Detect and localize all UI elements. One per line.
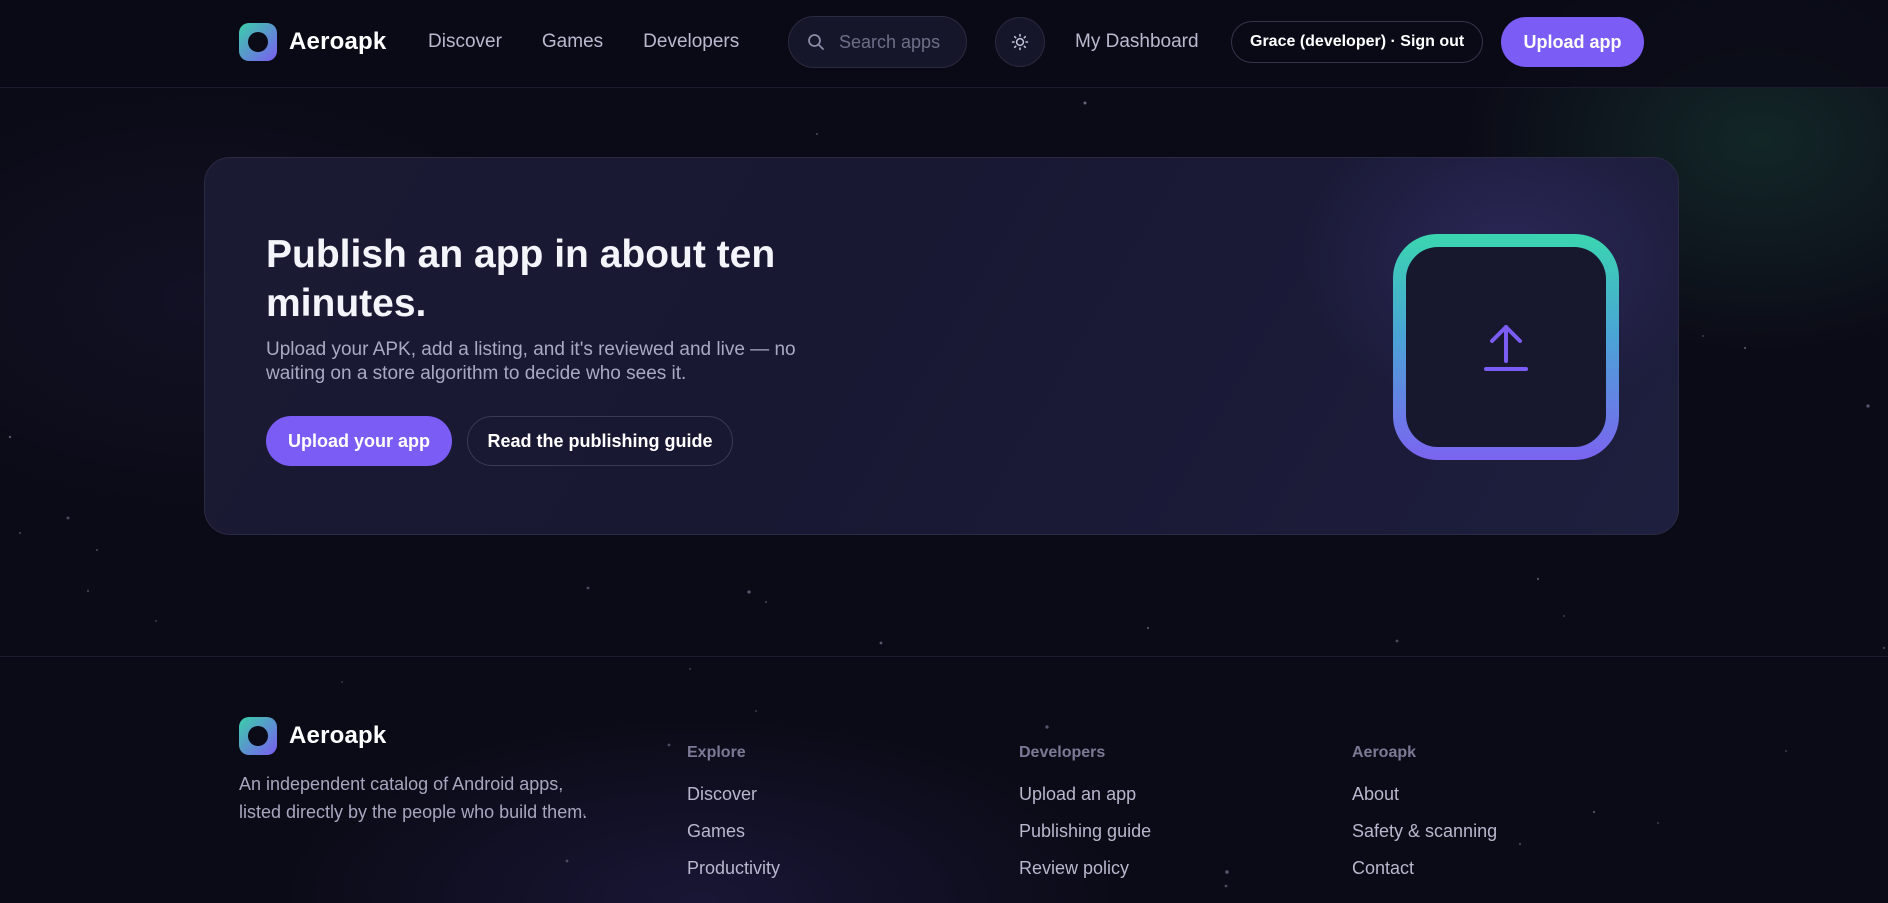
hero-subtitle: Upload your APK, add a listing, and it's…: [266, 339, 796, 384]
brand-name: Aeroapk: [289, 28, 387, 55]
footer-column-heading: Developers: [1019, 744, 1106, 761]
logo-mark-icon: [239, 717, 277, 755]
footer-link-about[interactable]: About: [1352, 784, 1497, 821]
footer-column-explore: Explore Discover Games Productivity: [687, 744, 780, 895]
logo-mark-icon: [239, 23, 277, 61]
publishing-guide-button[interactable]: Read the publishing guide: [467, 416, 733, 466]
footer-link-productivity[interactable]: Productivity: [687, 858, 780, 895]
footer-description: An independent catalog of Android apps, …: [239, 774, 588, 822]
hero-title: Publish an app in about ten minutes.: [266, 233, 776, 325]
nav-games[interactable]: Games: [542, 31, 603, 53]
footer-link-contact[interactable]: Contact: [1352, 858, 1497, 895]
sun-icon: [1011, 33, 1029, 51]
nav-discover[interactable]: Discover: [428, 31, 502, 53]
upload-arrow-icon: [1484, 325, 1528, 371]
footer-divider: [0, 656, 1888, 657]
footer-column-heading: Aeroapk: [1352, 744, 1417, 761]
footer-link-upload-an-app[interactable]: Upload an app: [1019, 784, 1151, 821]
footer-column-heading: Explore: [687, 744, 746, 761]
publish-hero-card: Publish an app in about ten minutes. Upl…: [204, 157, 1679, 535]
footer-brand-name: Aeroapk: [289, 722, 387, 749]
upload-app-button[interactable]: Upload app: [1501, 17, 1644, 67]
top-navbar: Aeroapk Discover Games Developers My Das…: [0, 0, 1888, 88]
search-box[interactable]: [788, 16, 967, 68]
upload-your-app-button[interactable]: Upload your app: [266, 416, 452, 466]
brand-link[interactable]: Aeroapk: [239, 23, 386, 61]
footer-link-review-policy[interactable]: Review policy: [1019, 858, 1151, 895]
footer-column-developers: Developers Upload an app Publishing guid…: [1019, 744, 1151, 895]
my-dashboard-link[interactable]: My Dashboard: [1075, 31, 1199, 53]
primary-nav: Discover Games Developers: [428, 31, 739, 53]
search-icon: [808, 34, 824, 50]
nav-developers[interactable]: Developers: [643, 31, 739, 53]
search-input[interactable]: [839, 31, 949, 53]
footer-link-safety-scanning[interactable]: Safety & scanning: [1352, 821, 1497, 858]
footer-brand[interactable]: Aeroapk: [239, 717, 386, 755]
footer-link-publishing-guide[interactable]: Publishing guide: [1019, 821, 1151, 858]
footer-link-discover[interactable]: Discover: [687, 784, 780, 821]
theme-toggle-button[interactable]: [995, 17, 1045, 67]
footer-column-aeroapk: Aeroapk About Safety & scanning Contact: [1352, 744, 1497, 895]
footer-link-games[interactable]: Games: [687, 821, 780, 858]
upload-illustration: [1393, 234, 1619, 460]
user-signout-button[interactable]: Grace (developer) · Sign out: [1231, 21, 1484, 63]
